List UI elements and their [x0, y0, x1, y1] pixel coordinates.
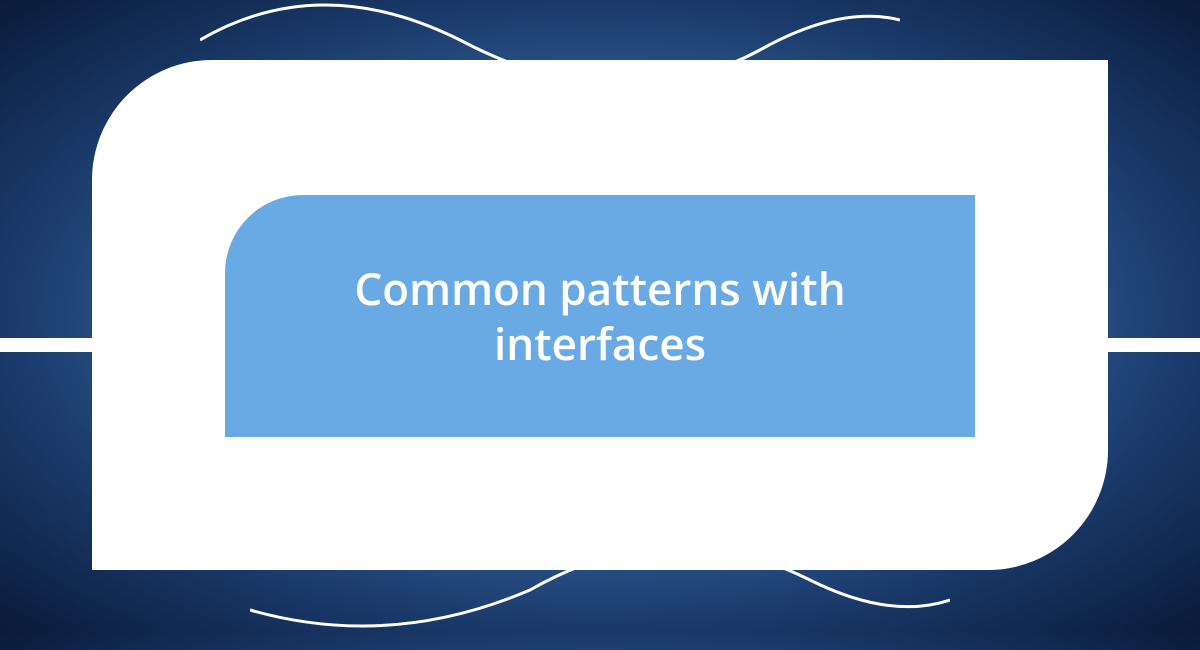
title-panel: Common patterns with interfaces: [225, 195, 975, 437]
card-title: Common patterns with interfaces: [225, 261, 975, 371]
decorative-curve-bottom: [250, 500, 950, 650]
